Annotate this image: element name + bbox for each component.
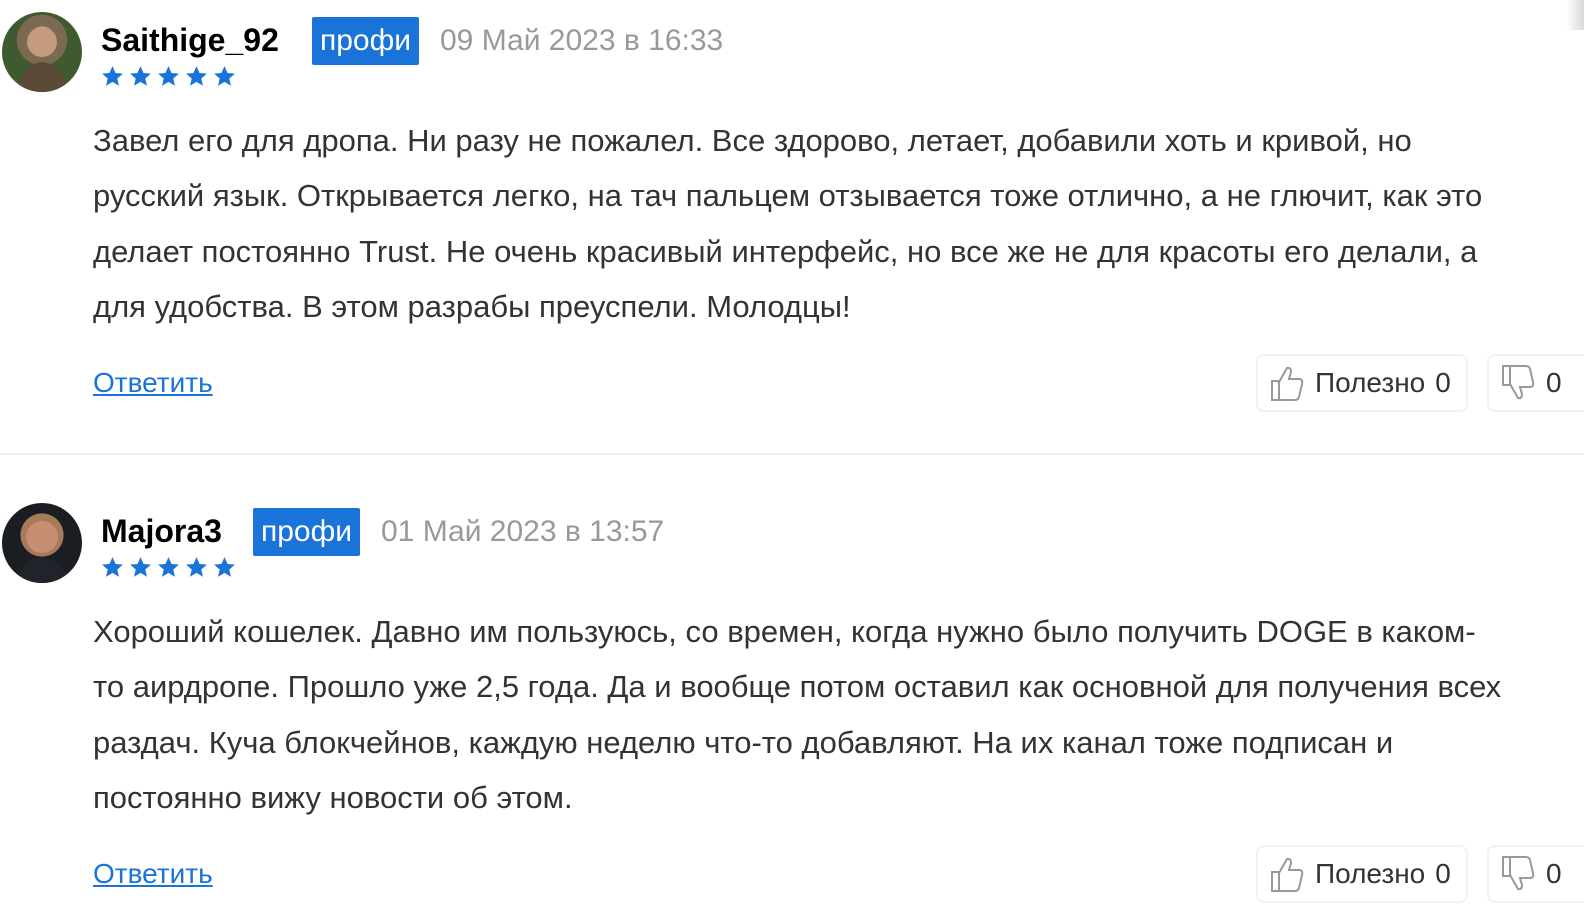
reply-link[interactable]: Ответить xyxy=(93,858,213,890)
useful-label: Полезно xyxy=(1315,367,1426,398)
not-useful-button[interactable]: 0 xyxy=(1487,354,1584,412)
useful-label: Полезно xyxy=(1315,858,1426,889)
not-useful-count: 0 xyxy=(1546,367,1562,398)
thumbs-up-icon xyxy=(1271,366,1304,401)
review-card: Majora3 профи 01 Май 2023 в 13:57 Хороши… xyxy=(0,492,1584,914)
review-text: Хороший кошелек. Давно им пользуюсь, со … xyxy=(93,614,1502,815)
username[interactable]: Saithige_92 xyxy=(101,22,279,59)
useful-button[interactable]: Полезно 0 xyxy=(1256,354,1468,412)
review-date: 01 Май 2023 в 13:57 xyxy=(381,515,665,548)
useful-count: 0 xyxy=(1435,367,1451,398)
star-icon xyxy=(102,66,123,86)
star-icon xyxy=(130,66,151,86)
avatar[interactable] xyxy=(2,12,82,92)
star-icon xyxy=(102,557,123,577)
review-divider xyxy=(0,453,1584,455)
rating-stars xyxy=(100,555,237,580)
useful-button[interactable]: Полезно 0 xyxy=(1256,845,1468,903)
star-icon xyxy=(186,557,207,577)
username[interactable]: Majora3 xyxy=(101,513,222,550)
reply-link[interactable]: Ответить xyxy=(93,367,213,399)
avatar[interactable] xyxy=(2,503,82,583)
review-date: 09 Май 2023 в 16:33 xyxy=(440,24,724,57)
status-badge: профи xyxy=(253,508,361,556)
star-icon xyxy=(158,66,179,86)
star-icon xyxy=(186,66,207,86)
status-badge: профи xyxy=(312,17,420,65)
not-useful-button[interactable]: 0 xyxy=(1487,845,1584,903)
rating-stars xyxy=(100,64,237,89)
thumbs-down-icon xyxy=(1502,856,1535,891)
review-text: Завел его для дропа. Ни разу не пожалел.… xyxy=(93,123,1483,324)
star-icon xyxy=(158,557,179,577)
review-card: Saithige_92 профи 09 Май 2023 в 16:33 За… xyxy=(0,0,1584,455)
not-useful-count: 0 xyxy=(1546,858,1562,889)
useful-count: 0 xyxy=(1435,858,1451,889)
thumbs-up-icon xyxy=(1271,857,1304,892)
star-icon xyxy=(130,557,151,577)
star-icon xyxy=(214,557,235,577)
thumbs-down-icon xyxy=(1502,365,1535,400)
star-icon xyxy=(214,66,235,86)
